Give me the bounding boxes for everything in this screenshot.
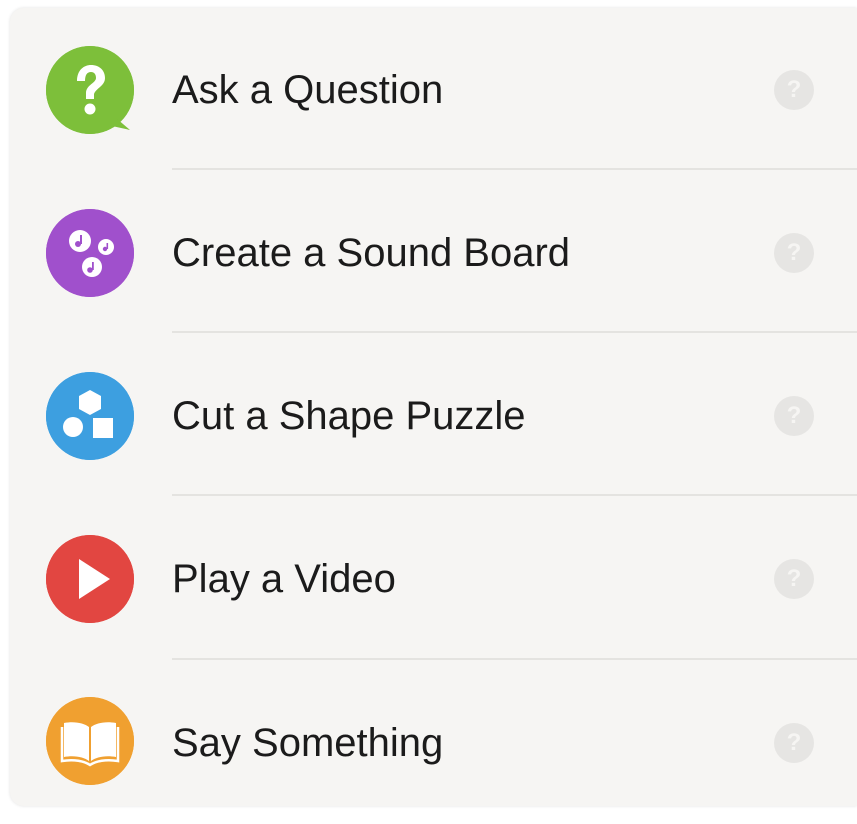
help-glyph: ? <box>786 76 802 103</box>
open-book-icon <box>46 697 134 785</box>
menu-item-label: Create a Sound Board <box>172 231 571 275</box>
music-notes-icon <box>46 209 134 297</box>
help-glyph: ? <box>786 402 802 429</box>
help-icon[interactable]: ? <box>774 723 814 763</box>
menu-item-cut-a-shape-puzzle[interactable]: Cut a Shape Puzzle ? <box>10 334 857 497</box>
menu-item-label: Say Something <box>172 721 444 765</box>
menu-item-label: Ask a Question <box>172 68 444 112</box>
divider <box>172 168 857 170</box>
menu-item-label: Play a Video <box>172 557 396 601</box>
help-glyph: ? <box>786 239 802 266</box>
shapes-icon <box>46 372 134 460</box>
help-icon[interactable]: ? <box>774 233 814 273</box>
menu-item-label: Cut a Shape Puzzle <box>172 394 526 438</box>
help-icon[interactable]: ? <box>774 559 814 599</box>
divider <box>172 494 857 496</box>
activity-menu-panel: Ask a Question ? Create a Sound Board ? <box>10 8 857 806</box>
divider <box>172 658 857 660</box>
menu-item-say-something[interactable]: Say Something ? <box>10 661 857 824</box>
menu-item-play-a-video[interactable]: Play a Video ? <box>10 497 857 660</box>
divider <box>172 331 857 333</box>
play-icon <box>46 535 134 623</box>
help-glyph: ? <box>786 729 802 756</box>
help-icon[interactable]: ? <box>774 396 814 436</box>
menu-item-ask-a-question[interactable]: Ask a Question ? <box>10 8 857 171</box>
question-bubble-icon <box>46 46 134 134</box>
help-glyph: ? <box>786 565 802 592</box>
help-icon[interactable]: ? <box>774 70 814 110</box>
menu-item-create-a-sound-board[interactable]: Create a Sound Board ? <box>10 171 857 334</box>
